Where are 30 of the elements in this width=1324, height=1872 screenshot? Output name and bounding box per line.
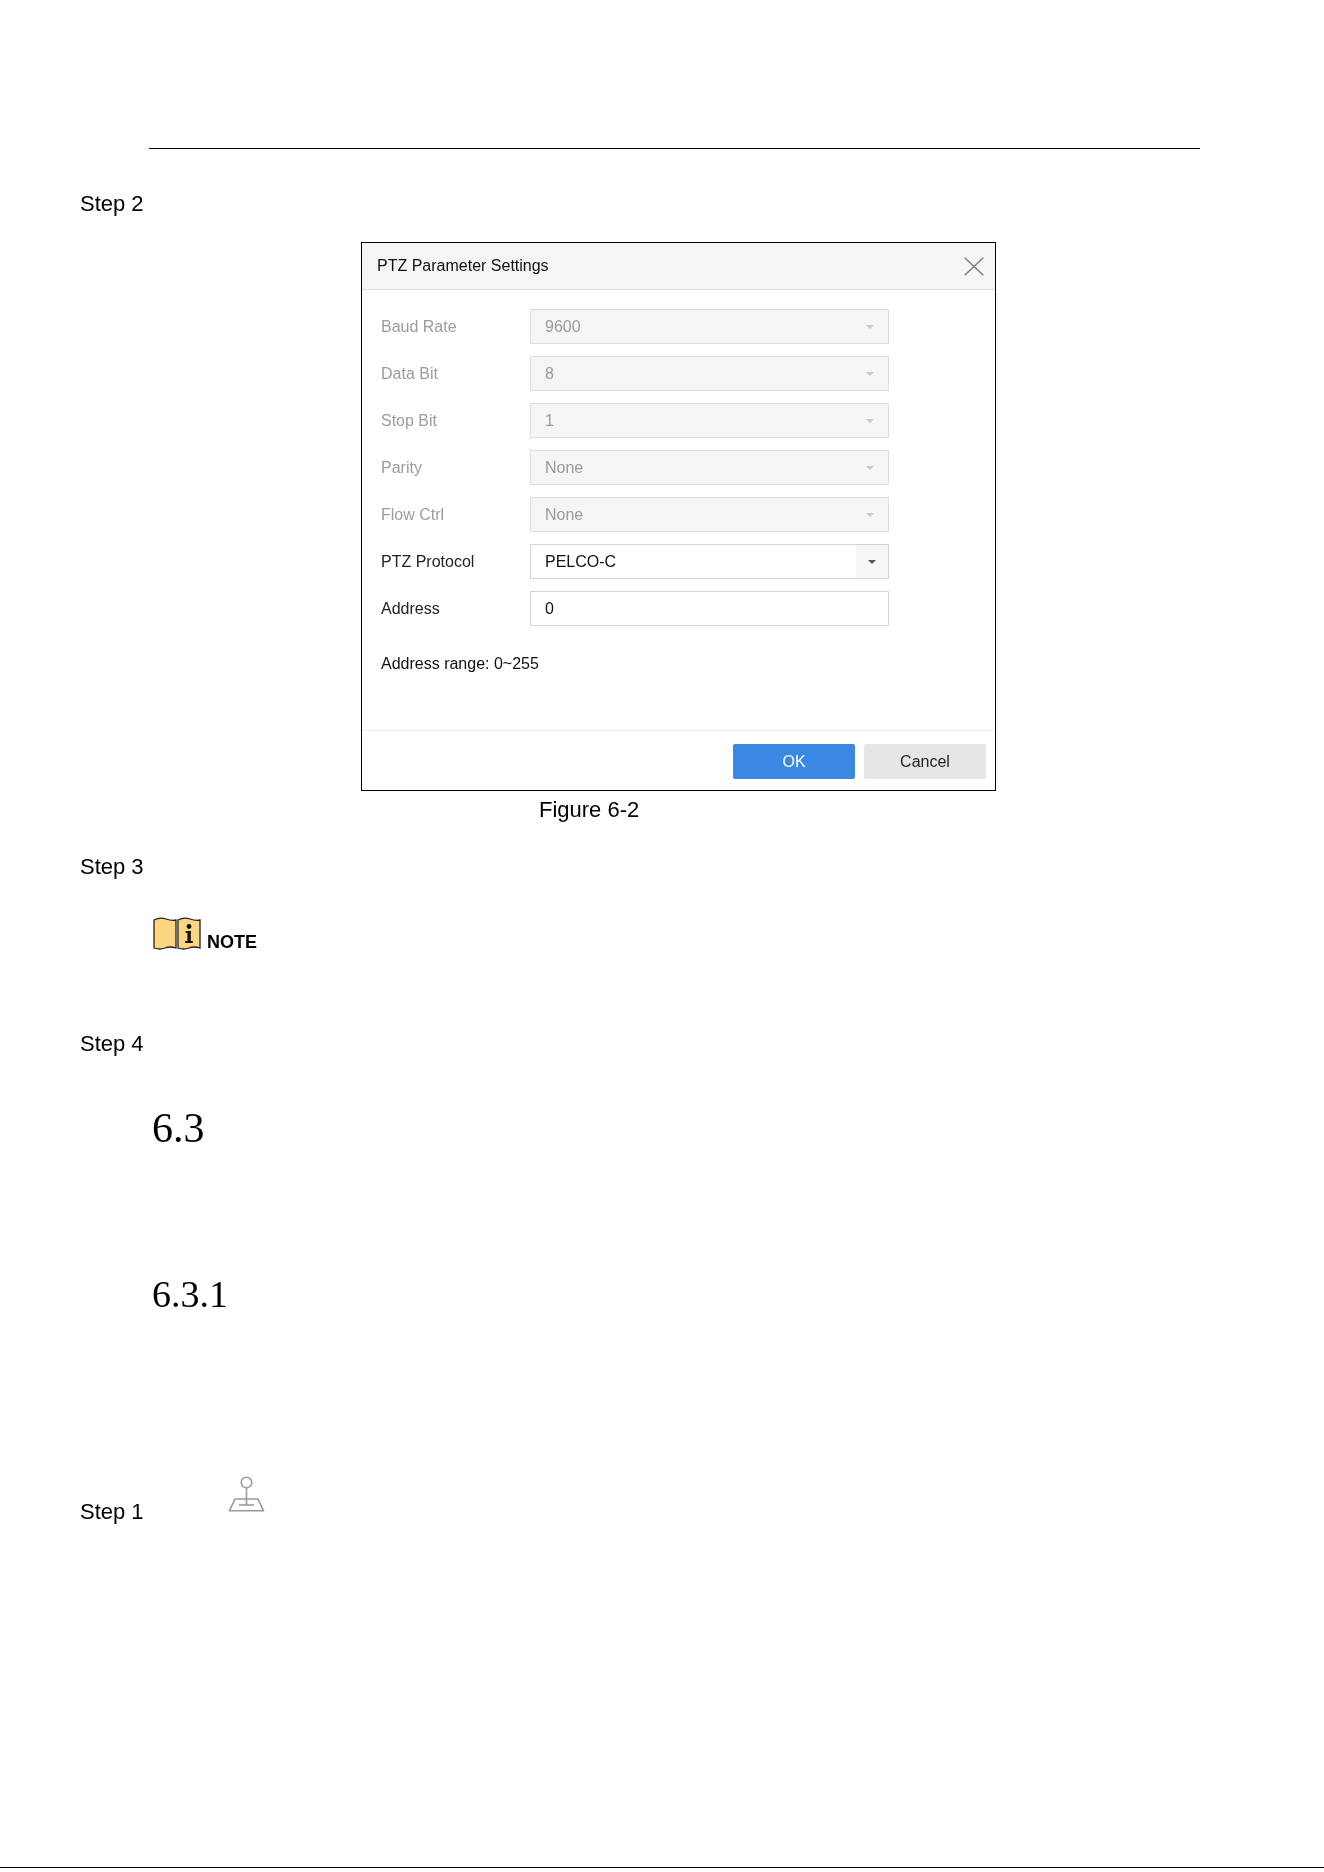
step-label: Step 4 bbox=[80, 1030, 144, 1058]
form-label: Address bbox=[381, 598, 441, 619]
caret-icon bbox=[868, 559, 876, 564]
caret-icon bbox=[866, 371, 874, 376]
form-label: Stop Bit bbox=[381, 410, 439, 431]
close-icon[interactable] bbox=[964, 256, 984, 276]
caret-icon bbox=[866, 512, 874, 517]
form-label: Parity bbox=[381, 457, 423, 478]
figure-caption: Figure 6-2 bbox=[539, 796, 640, 824]
cancel-button[interactable]: Cancel bbox=[864, 744, 986, 779]
step-label: Step 2 bbox=[80, 190, 144, 218]
form-label: Baud Rate bbox=[381, 316, 458, 337]
caret-icon bbox=[866, 418, 874, 423]
form-label: Flow Ctrl bbox=[381, 504, 446, 525]
hint-text: Address range: 0~255 bbox=[381, 654, 540, 674]
form-label: Data Bit bbox=[381, 363, 439, 384]
form-label: PTZ Protocol bbox=[381, 551, 476, 572]
step-label: Step 1 bbox=[80, 1498, 144, 1526]
ok-button[interactable]: OK bbox=[733, 744, 855, 779]
dialog-title: PTZ Parameter Settings bbox=[377, 256, 549, 276]
select-field[interactable]: PELCO-C bbox=[530, 544, 889, 579]
section-heading: 6.3 bbox=[152, 1104, 205, 1153]
step-label: Step 3 bbox=[80, 853, 144, 881]
subsection-heading: 6.3.1 bbox=[152, 1272, 228, 1317]
caret-icon bbox=[866, 324, 874, 329]
caret-icon bbox=[866, 465, 874, 470]
joystick-icon bbox=[227, 1476, 265, 1512]
input-field[interactable]: 0 bbox=[530, 591, 889, 626]
note-icon bbox=[153, 916, 201, 951]
note-label: NOTE bbox=[207, 933, 257, 951]
